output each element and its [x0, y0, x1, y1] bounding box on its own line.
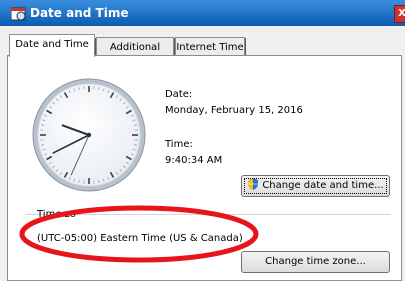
- change-date-time-button[interactable]: Change date and time...: [241, 175, 390, 197]
- clock-center: [86, 132, 92, 138]
- tab-label: Internet Time: [176, 42, 244, 53]
- annotation-ellipse: [19, 205, 259, 263]
- tab-label: Date and Time: [15, 39, 89, 50]
- date-time-app-icon: [11, 7, 26, 21]
- tab-internet-time[interactable]: Internet Time: [175, 37, 245, 57]
- change-time-zone-button[interactable]: Change time zone...: [241, 251, 390, 273]
- change-time-zone-label: Change time zone...: [265, 256, 366, 267]
- tab-separator: [245, 38, 246, 56]
- tab-additional-clocks[interactable]: Additional Clocks: [96, 37, 174, 72]
- title-bar: Date and Time X: [0, 0, 405, 26]
- analog-clock: [32, 78, 146, 192]
- tab-date-and-time[interactable]: Date and Time: [9, 34, 95, 57]
- time-label: Time:: [165, 139, 193, 150]
- focus-ring: [244, 178, 387, 194]
- window-title: Date and Time: [30, 6, 129, 20]
- date-label: Date:: [165, 89, 193, 100]
- close-button[interactable]: X: [394, 5, 405, 23]
- time-value: 9:40:34 AM: [165, 155, 223, 166]
- date-value: Monday, February 15, 2016: [165, 105, 303, 116]
